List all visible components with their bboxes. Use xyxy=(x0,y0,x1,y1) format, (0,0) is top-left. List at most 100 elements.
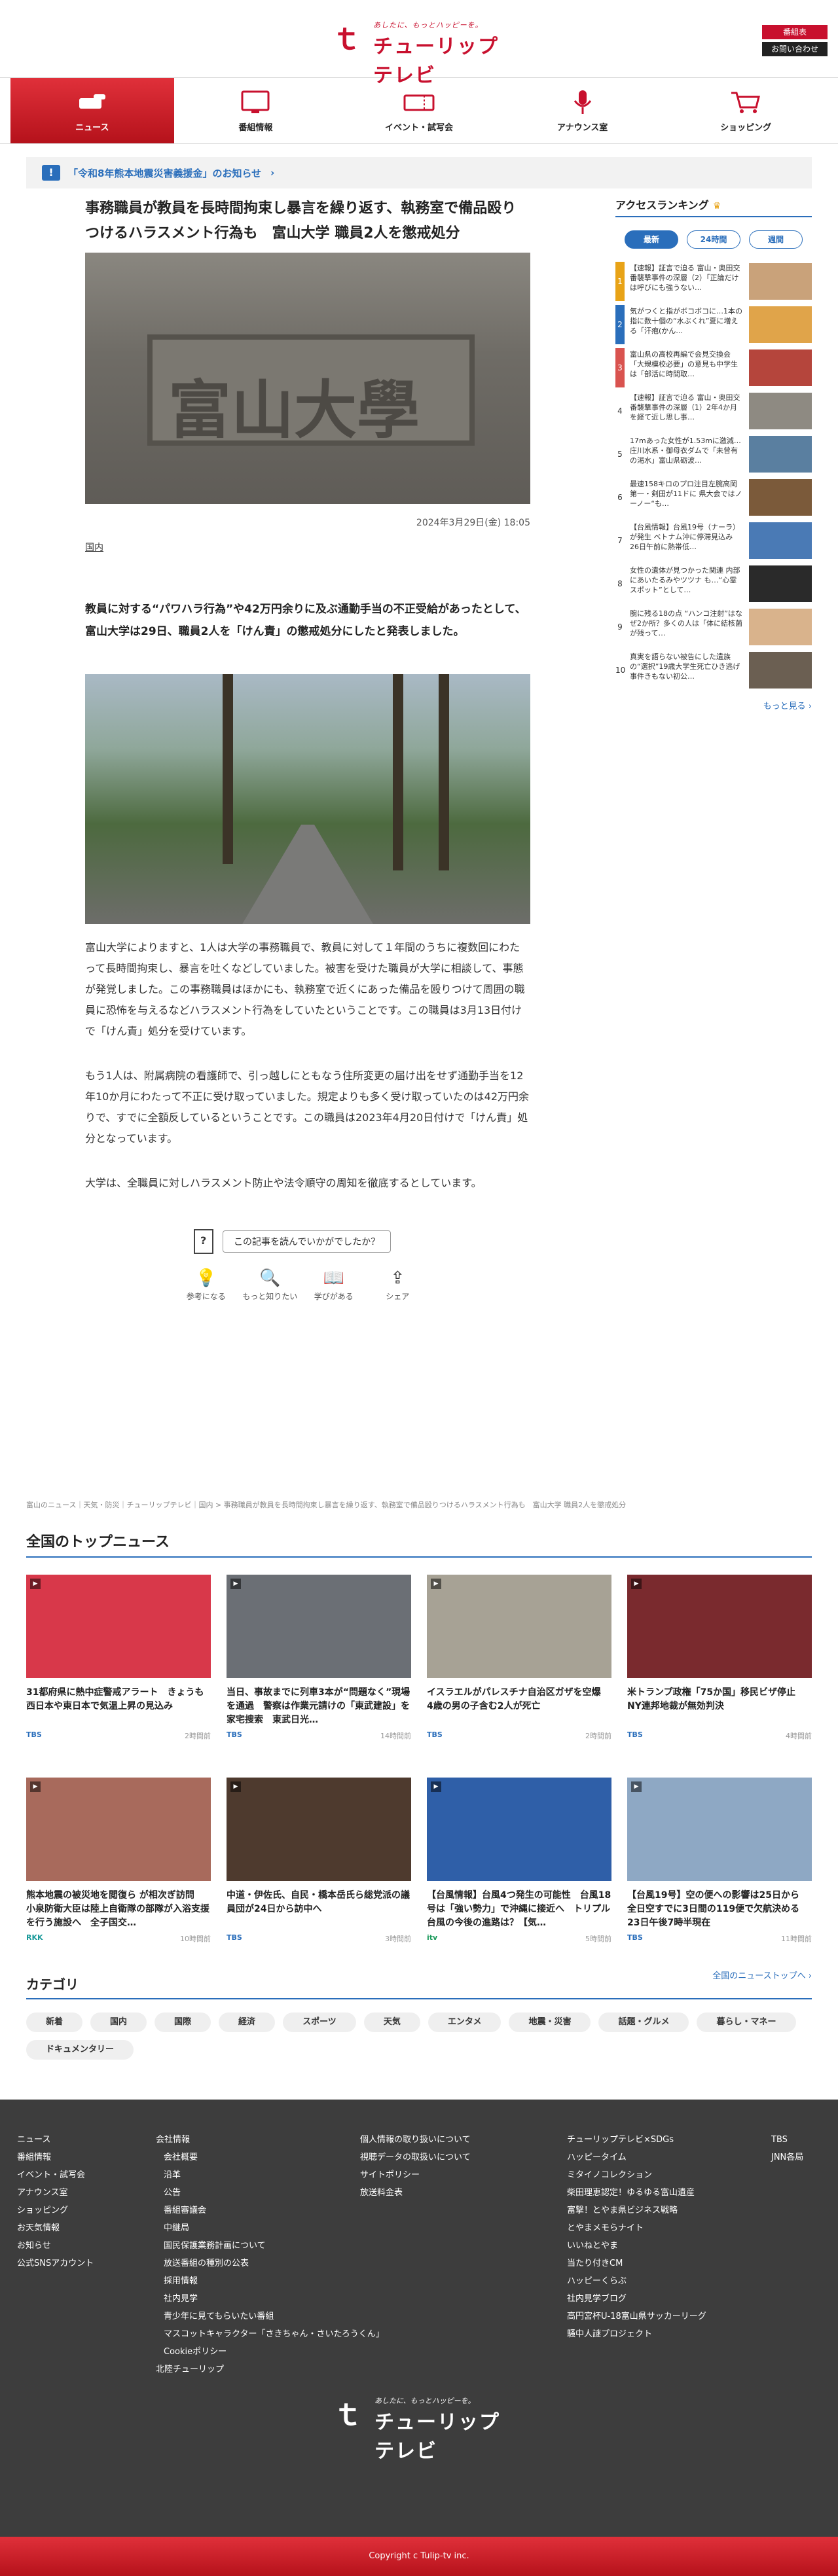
ranking-item[interactable]: 4 【速報】証言で迫る 富山・奥田交番襲撃事件の深層（1）2年4か月を経て近し思… xyxy=(615,391,812,431)
contact-button[interactable]: お問い合わせ xyxy=(762,42,828,56)
tab-weekly[interactable]: 週間 xyxy=(749,230,803,249)
tab-24h[interactable]: 24時間 xyxy=(687,230,740,249)
footer-link[interactable]: アナウンス室 xyxy=(10,2184,94,2202)
category-chip[interactable]: 地震・災害 xyxy=(509,2012,591,2032)
article-paragraph: 大学は、全職員に対しハラスメント防止や法令順守の周知を徹底するとしています。 xyxy=(85,1177,482,1189)
footer-link[interactable]: 富撃！とやま県ビジネス戦略 xyxy=(560,2202,706,2219)
footer-link[interactable]: イベント・試写会 xyxy=(10,2166,94,2184)
category-chip[interactable]: エンタメ xyxy=(428,2012,501,2032)
notice-banner[interactable]: ! 「令和8年熊本地震災害義援金」のお知らせ › xyxy=(26,157,812,188)
footer-link[interactable]: 放送番組の種別の公表 xyxy=(149,2255,384,2272)
nav-announcers[interactable]: アナウンス室 xyxy=(501,78,665,143)
category-chip[interactable]: ドキュメンタリー xyxy=(26,2040,134,2060)
ranking-item[interactable]: 6 最速158キロのプロ注目左腕高岡第一・剣田が11ドに 県大会ではノーノー“も… xyxy=(615,478,812,517)
ranking-thumbnail xyxy=(749,609,812,645)
feedback-box: この記事を読んでいかがでしたか？ 💡参考になる 🔍もっと知りたい 📖学びがある … xyxy=(187,1229,430,1302)
footer-link[interactable]: ショッピング xyxy=(10,2202,94,2219)
category-chip[interactable]: 話題・グルメ xyxy=(598,2012,689,2032)
footer-link[interactable]: チューリップテレビ×SDGs xyxy=(560,2131,706,2149)
nav-events[interactable]: イベント・試写会 xyxy=(337,78,501,143)
category-chip[interactable]: スポーツ xyxy=(283,2012,356,2032)
footer-link[interactable]: 会社概要 xyxy=(149,2149,384,2166)
footer-link[interactable]: 番組審議会 xyxy=(149,2202,384,2219)
ranking-thumbnail xyxy=(749,306,812,343)
news-card[interactable]: ▶ 中道・伊佐氏、自民・橋本岳氏ら総党派の議員団が24日から訪中へ TBS 3時間… xyxy=(227,1778,411,1961)
footer-link[interactable]: サイトポリシー xyxy=(354,2166,471,2184)
nav-news[interactable]: ニュース xyxy=(10,78,174,143)
footer-link[interactable]: 会社情報 xyxy=(149,2131,384,2149)
footer-link[interactable]: 個人情報の取り扱いについて xyxy=(354,2131,471,2149)
footer-link[interactable]: いいねとやま xyxy=(560,2237,706,2255)
footer-link[interactable]: ハッピーくらぶ xyxy=(560,2272,706,2290)
ranking-item[interactable]: 9 腕に残る18の点 “ハンコ注射”はなぜ2か所？多くの人は「体に結核菌が残って… xyxy=(615,607,812,647)
footer-link[interactable]: 青少年に見てもらいたい番組 xyxy=(149,2308,384,2325)
ranking-item[interactable]: 7 【台風情報】台風19号（ナーラ）が発生 ベトナム沖に停滞見込み 26日午前に… xyxy=(615,521,812,560)
feedback-helpful-button[interactable]: 💡 参考になる xyxy=(174,1268,238,1302)
footer-link[interactable]: お知らせ xyxy=(10,2237,94,2255)
footer-link[interactable]: 採用情報 xyxy=(149,2272,384,2290)
news-card[interactable]: ▶ 31都府県に熱中症警戒アラート きょうも西日本や東日本で気温上昇の見込み T… xyxy=(26,1575,211,1758)
footer-link[interactable]: 放送料金表 xyxy=(354,2184,471,2202)
feedback-more-button[interactable]: 🔍 もっと知りたい xyxy=(238,1268,302,1302)
nav-shopping[interactable]: ショッピング xyxy=(664,78,828,143)
footer-link[interactable]: ハッピータイム xyxy=(560,2149,706,2166)
ranking-item[interactable]: 3 富山県の高校再編で会見交換会「大規模校必要」の意見も中学生は「部活に時間取… xyxy=(615,348,812,387)
footer-link[interactable]: マスコットキャラクター「さきちゃん・さいたろうくん」 xyxy=(149,2325,384,2343)
ranking-item[interactable]: 8 女性の遺体が見つかった関連 内部にあいたるみやツツナ も…“心霊スポット”と… xyxy=(615,564,812,603)
footer-link[interactable]: Cookieポリシー xyxy=(149,2343,384,2361)
footer-link[interactable]: 当たり付きCM xyxy=(560,2255,706,2272)
category-chip[interactable]: 新着 xyxy=(26,2012,83,2032)
ranking-item-title: 【速報】証言で迫る 富山・奥田交番襲撃事件の深層（1）2年4か月を経て近し思し事… xyxy=(630,393,740,421)
news-card[interactable]: ▶ 【台風情報】台風4つ発生の可能性 台風18号は「強い勢力」で沖縄に接近へ ト… xyxy=(427,1778,611,1961)
feedback-learn-button[interactable]: 📖 学びがある xyxy=(302,1268,366,1302)
footer-link[interactable]: 番組情報 xyxy=(10,2149,94,2166)
nav-label: 番組情報 xyxy=(238,122,273,133)
footer-link[interactable]: 高円宮杯U-18富山県サッカーリーグ xyxy=(560,2308,706,2325)
footer-link[interactable]: 北陸チューリップ xyxy=(149,2361,384,2378)
category-chip[interactable]: 暮らし・マネー xyxy=(697,2012,796,2032)
news-card[interactable]: ▶ 当日、事故までに列車3本が“問題なく”現場を通過 警察は作業元請けの「東武建… xyxy=(227,1575,411,1758)
footer-link[interactable]: 公告 xyxy=(149,2184,384,2202)
article-category-link[interactable]: 国内 xyxy=(85,541,103,554)
ranking-thumbnail xyxy=(749,349,812,386)
ranking-item[interactable]: 10 真実を語らない被告にした遺族の“選択”19歳大学生死亡ひき逃げ事件きもない… xyxy=(615,651,812,690)
footer-link[interactable]: ミタイノコレクション xyxy=(560,2166,706,2184)
news-thumbnail: ▶ xyxy=(627,1575,812,1678)
section-title: カテゴリ xyxy=(26,1974,812,1999)
footer-logo[interactable]: ｔ あしたに、もっとハッピーを。 チューリップテレビ xyxy=(333,2395,508,2463)
news-thumbnail: ▶ xyxy=(227,1575,411,1678)
category-chip[interactable]: 国内 xyxy=(90,2012,147,2032)
footer-link[interactable]: 社内見学ブログ xyxy=(560,2290,706,2308)
nav-programs[interactable]: 番組情報 xyxy=(174,78,338,143)
ranking-item-title: 17mあった女性が1.53mに激減…庄川水系・御母衣ダムで「未曾有の渇水」富山県… xyxy=(630,437,741,465)
news-card[interactable]: ▶ 【台風19号】空の便への影響は25日から 全日空すでに3日間の119便で欠航… xyxy=(627,1778,812,1961)
site-logo[interactable]: ｔ あしたに、もっとハッピーを。 チューリップテレビ xyxy=(331,20,507,87)
footer-link[interactable]: 社内見学 xyxy=(149,2290,384,2308)
footer-link[interactable]: 視聴データの取扱いについて xyxy=(354,2149,471,2166)
tab-latest[interactable]: 最新 xyxy=(625,230,678,249)
ranking-item[interactable]: 5 17mあった女性が1.53mに激減…庄川水系・御母衣ダムで「未曾有の渇水」富… xyxy=(615,435,812,474)
category-chip[interactable]: 経済 xyxy=(219,2012,276,2032)
breadcrumb[interactable]: 富山のニュース｜天気・防災｜チューリップテレビ｜国内 > 事務職員が教員を長時間… xyxy=(26,1499,626,1510)
ranking-item[interactable]: 2 気がつくと指がボコボコに…1本の指に数十個の“水ぶくれ”夏に増える「汗疱(か… xyxy=(615,305,812,344)
ranking-more-link[interactable]: もっと見る › xyxy=(615,699,812,711)
footer-link[interactable]: JNN各局 xyxy=(765,2149,803,2166)
news-card[interactable]: ▶ イスラエルがパレスチナ自治区ガザを空爆 4歳の男の子含む2人が死亡 TBS 2… xyxy=(427,1575,611,1758)
footer-link[interactable]: 中継局 xyxy=(149,2219,384,2237)
footer-link[interactable]: 柴田理恵認定！ゆるゆる富山遺産 xyxy=(560,2184,706,2202)
footer-link[interactable]: とやまメモらナイト xyxy=(560,2219,706,2237)
news-card[interactable]: ▶ 米トランプ政権「75か国」移民ビザ停止 NY連邦地裁が無効判決 TBS 4時間… xyxy=(627,1575,812,1758)
category-chip[interactable]: 国際 xyxy=(155,2012,211,2032)
footer-link[interactable]: 国民保護業務計画について xyxy=(149,2237,384,2255)
footer-link[interactable]: 公式SNSアカウント xyxy=(10,2255,94,2272)
footer-link[interactable]: 沿革 xyxy=(149,2166,384,2184)
footer-link[interactable]: ニュース xyxy=(10,2131,94,2149)
footer-link[interactable]: TBS xyxy=(765,2131,803,2149)
footer-link[interactable]: 騒中人謎プロジェクト xyxy=(560,2325,706,2343)
footer-link[interactable]: お天気情報 xyxy=(10,2219,94,2237)
share-button[interactable]: ⇪ シェア xyxy=(366,1268,430,1302)
program-table-button[interactable]: 番組表 xyxy=(762,25,828,39)
news-card[interactable]: ▶ 熊本地震の被災地を閲復ら が相次ぎ訪問 小泉防衛大臣は陸上自衛隊の部隊が入浴… xyxy=(26,1778,211,1961)
category-chip[interactable]: 天気 xyxy=(363,2012,420,2032)
ranking-item[interactable]: 1 【速報】証言で迫る 富山・奥田交番襲撃事件の深層（2）「正論だけは呼びにも強… xyxy=(615,262,812,301)
